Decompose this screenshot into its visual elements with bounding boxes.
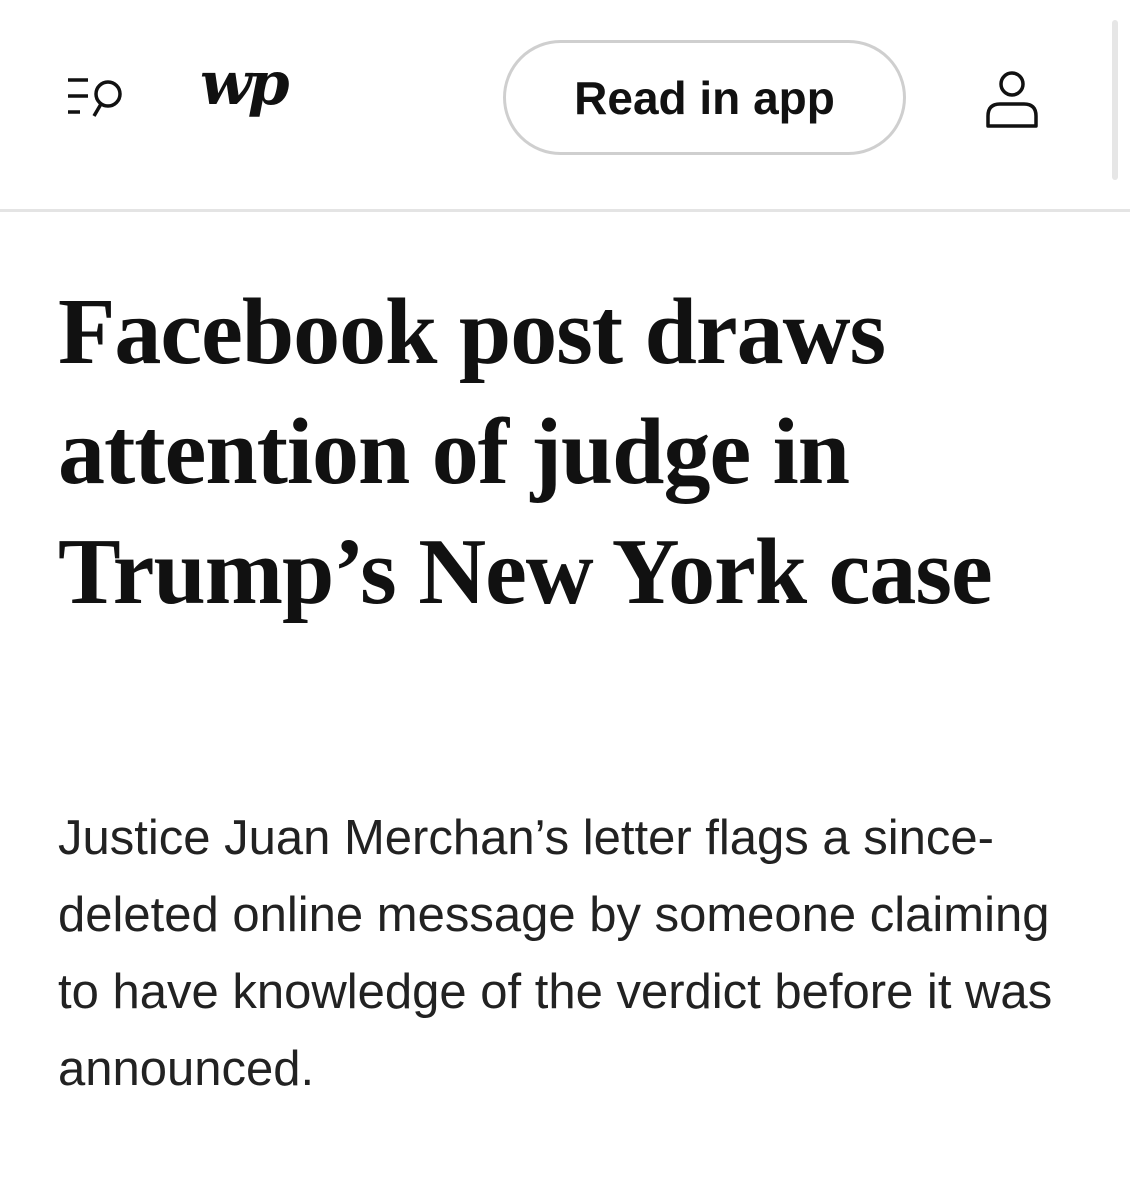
washington-post-logo[interactable]: wp bbox=[200, 54, 290, 114]
user-account-icon bbox=[986, 71, 1038, 128]
article-headline: Facebook post draws attention of judge i… bbox=[58, 280, 993, 624]
menu-search-button[interactable] bbox=[66, 76, 130, 120]
article-summary: Justice Juan Merchan’s letter flags a si… bbox=[58, 811, 1053, 1096]
top-bar: wp Read in app bbox=[0, 0, 1130, 212]
read-in-app-button[interactable]: Read in app bbox=[503, 40, 906, 155]
menu-search-icon bbox=[68, 78, 122, 117]
read-in-app-label: Read in app bbox=[574, 71, 835, 124]
scrollbar[interactable] bbox=[1112, 20, 1118, 180]
account-button[interactable] bbox=[984, 68, 1040, 130]
